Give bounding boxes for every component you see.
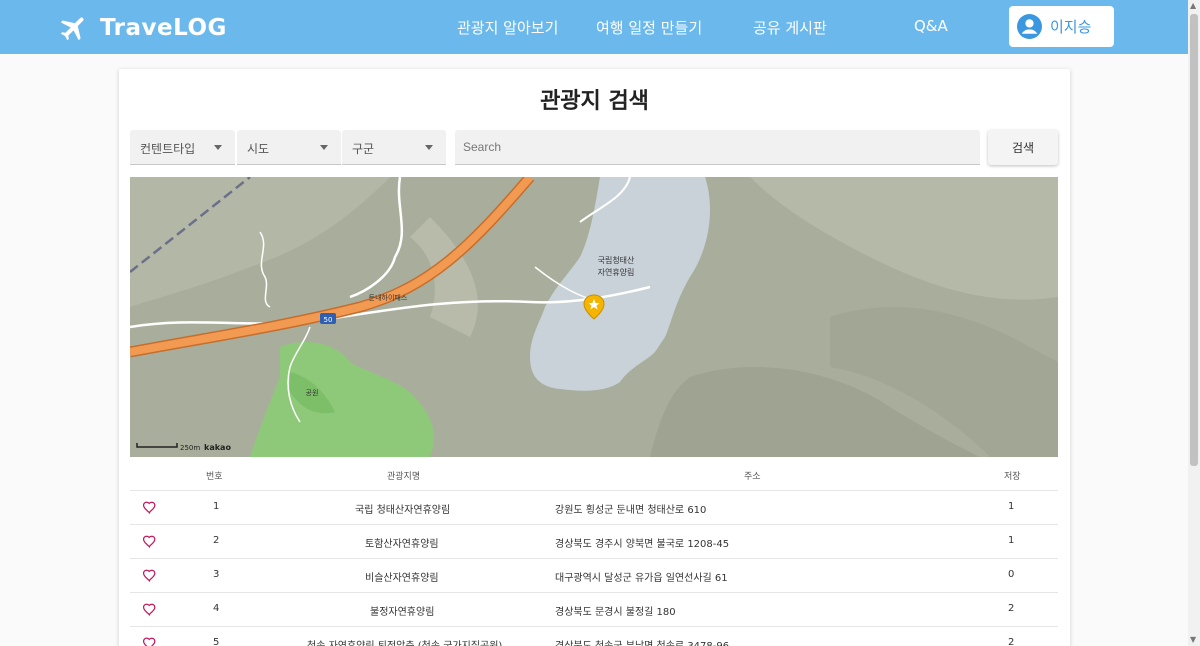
cell-name: 비슬산자연휴양림 bbox=[365, 573, 439, 584]
cell-no: 1 bbox=[213, 501, 220, 512]
map-label-ic: 둔내하이패스 bbox=[369, 293, 408, 302]
cell-address: 강원도 횡성군 둔내면 청태산로 610 bbox=[555, 505, 707, 516]
caret-down-icon bbox=[425, 145, 433, 150]
sido-label: 시도 bbox=[247, 142, 270, 156]
cell-name: 국립 청태산자연휴양림 bbox=[355, 505, 451, 516]
map-label-park: 공원 bbox=[306, 388, 319, 397]
cell-saves: 0 bbox=[1008, 569, 1015, 580]
page-scrollbar[interactable]: ▲ ▼ bbox=[1188, 0, 1200, 646]
content-type-label: 컨텐트타입 bbox=[140, 142, 196, 156]
caret-down-icon bbox=[214, 145, 222, 150]
cell-address: 경상북도 문경시 불정길 180 bbox=[555, 607, 676, 618]
cell-saves: 2 bbox=[1008, 603, 1015, 614]
kakao-map[interactable]: 50 국립청태산 자연휴양림 둔내하이패스 공원 250m kakao bbox=[130, 177, 1058, 457]
map-provider-logo: kakao bbox=[204, 443, 231, 452]
map-canvas[interactable]: 50 국립청태산 자연휴양림 둔내하이패스 공원 250m kakao bbox=[130, 177, 1058, 457]
user-profile-button[interactable]: 이지승 bbox=[1009, 6, 1114, 47]
cell-name: 청송 자연휴양림 퇴적암층 (청송 국가지질공원) bbox=[307, 637, 502, 646]
brand-logo[interactable]: TraveLOG bbox=[58, 12, 227, 44]
nav-plan-trip[interactable]: 여행 일정 만들기 bbox=[596, 17, 702, 38]
table-row[interactable]: 2 토함산자연휴양림 경상북도 경주시 양북면 불국로 1208-45 1 bbox=[130, 525, 1058, 559]
header-no: 번호 bbox=[206, 472, 223, 482]
header-name: 관광지명 bbox=[387, 472, 421, 482]
cell-address: 경상북도 경주시 양북면 불국로 1208-45 bbox=[555, 539, 730, 550]
cell-no: 5 bbox=[213, 637, 220, 646]
cell-no: 3 bbox=[213, 569, 220, 580]
cell-address: 대구광역시 달성군 유가읍 일연선사길 61 bbox=[555, 573, 728, 584]
cell-no: 4 bbox=[213, 603, 220, 614]
heart-outline-icon[interactable] bbox=[142, 602, 157, 617]
header-saves: 저장 bbox=[1004, 472, 1021, 482]
brand-name: TraveLOG bbox=[100, 15, 227, 41]
user-name: 이지승 bbox=[1050, 18, 1092, 36]
table-row[interactable]: 3 비슬산자연휴양림 대구광역시 달성군 유가읍 일연선사길 61 0 bbox=[130, 559, 1058, 593]
heart-outline-icon[interactable] bbox=[142, 568, 157, 583]
gugun-select[interactable]: 구군 bbox=[342, 130, 446, 165]
gugun-label: 구군 bbox=[352, 142, 375, 156]
cell-address: 경상북도 청송군 부남면 청송로 3478-96 bbox=[555, 637, 729, 646]
top-navbar: TraveLOG 관광지 알아보기 여행 일정 만들기 공유 게시판 Q&A 이… bbox=[0, 0, 1188, 54]
route-number: 50 bbox=[324, 316, 333, 324]
map-scale-label: 250m bbox=[180, 444, 200, 452]
cell-saves: 2 bbox=[1008, 637, 1015, 646]
caret-down-icon bbox=[320, 145, 328, 150]
airplane-icon bbox=[60, 17, 84, 41]
map-label-park-line2: 자연휴양림 bbox=[598, 267, 635, 277]
account-circle-icon bbox=[1017, 14, 1042, 39]
scroll-up-arrow-icon[interactable]: ▲ bbox=[1190, 2, 1196, 10]
heart-outline-icon[interactable] bbox=[142, 500, 157, 515]
nav-share-board[interactable]: 공유 게시판 bbox=[753, 17, 827, 38]
map-label-park-line1: 국립청태산 bbox=[598, 255, 635, 265]
cell-no: 2 bbox=[213, 535, 220, 546]
scroll-thumb[interactable] bbox=[1190, 14, 1198, 466]
attractions-table: 번호 관광지명 주소 저장 1 국립 청태산자연휴양림 강원도 횡성군 둔내면 … bbox=[130, 459, 1058, 646]
page-title: 관광지 검색 bbox=[540, 89, 649, 114]
table-header: 번호 관광지명 주소 저장 bbox=[130, 459, 1058, 491]
heart-outline-icon[interactable] bbox=[142, 636, 157, 646]
cell-saves: 1 bbox=[1008, 535, 1015, 546]
nav-attractions[interactable]: 관광지 알아보기 bbox=[457, 17, 558, 38]
header-address: 주소 bbox=[744, 472, 761, 482]
table-row[interactable]: 1 국립 청태산자연휴양림 강원도 횡성군 둔내면 청태산로 610 1 bbox=[130, 491, 1058, 525]
sido-select[interactable]: 시도 bbox=[237, 130, 341, 165]
search-card: 관광지 검색 컨텐트타입 시도 구군 검색 bbox=[119, 69, 1070, 646]
nav-qna[interactable]: Q&A bbox=[914, 17, 948, 35]
table-row[interactable]: 4 불정자연휴양림 경상북도 문경시 불정길 180 2 bbox=[130, 593, 1058, 627]
heart-outline-icon[interactable] bbox=[142, 534, 157, 549]
cell-saves: 1 bbox=[1008, 501, 1015, 512]
cell-name: 불정자연휴양림 bbox=[370, 607, 435, 618]
search-input[interactable] bbox=[455, 130, 980, 165]
scroll-down-arrow-icon[interactable]: ▼ bbox=[1190, 636, 1196, 644]
search-button[interactable]: 검색 bbox=[988, 130, 1058, 165]
content-type-select[interactable]: 컨텐트타입 bbox=[130, 130, 235, 165]
table-row[interactable]: 5 청송 자연휴양림 퇴적암층 (청송 국가지질공원) 경상북도 청송군 부남면… bbox=[130, 627, 1058, 646]
cell-name: 토함산자연휴양림 bbox=[365, 539, 439, 550]
